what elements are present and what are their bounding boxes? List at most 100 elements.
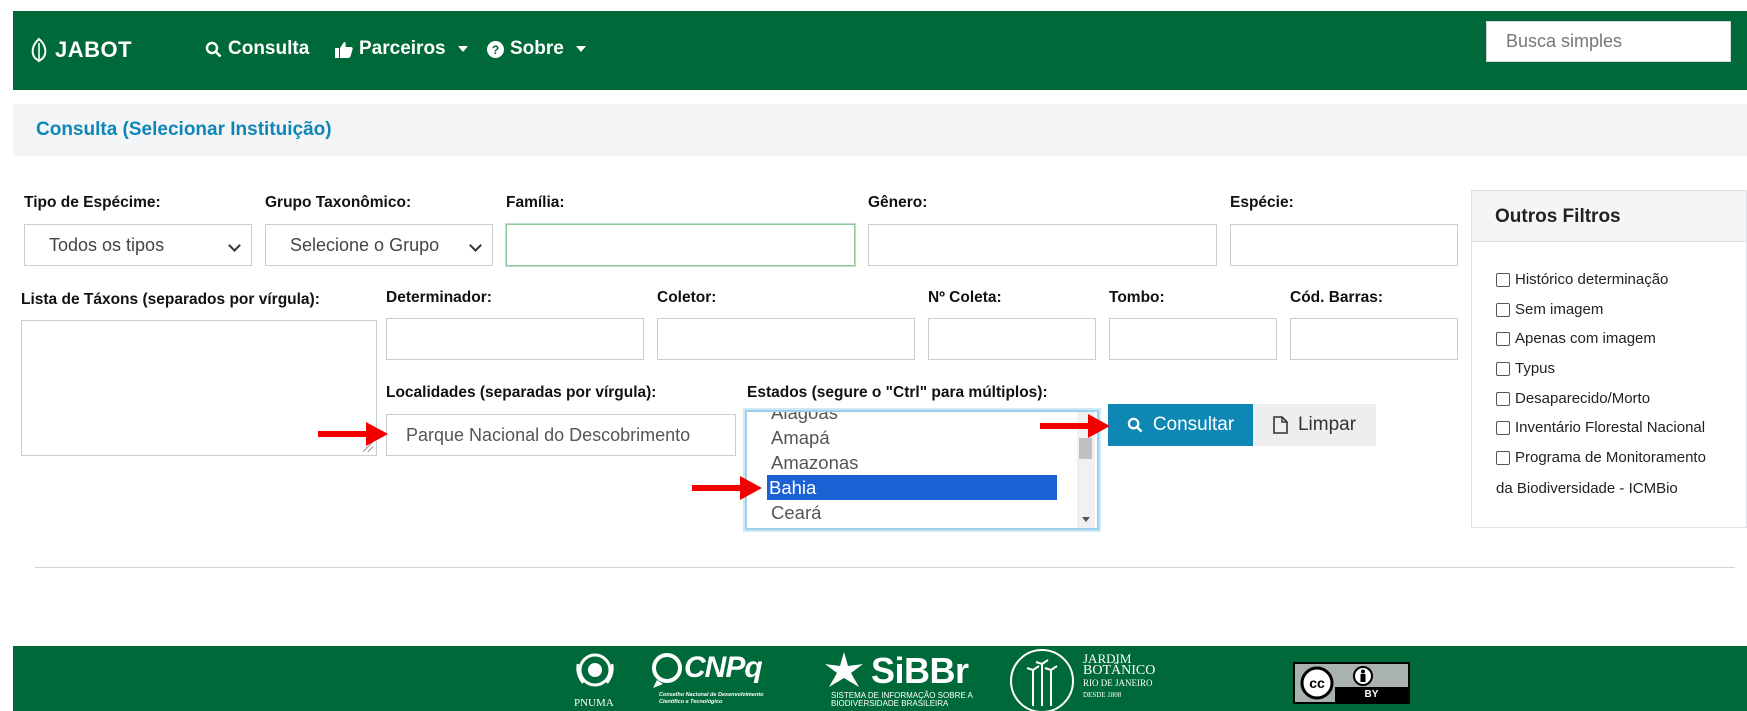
cnpq-text: CNPq <box>684 651 763 684</box>
brand[interactable]: JABOT <box>29 37 132 63</box>
sibbr-star-icon <box>825 652 863 687</box>
search-icon <box>1127 417 1143 433</box>
estado-option-selected[interactable]: Bahia <box>767 475 1057 500</box>
nav-parceiros-label: Parceiros <box>359 38 446 59</box>
chevron-down-icon <box>228 239 241 252</box>
jbrj-line: RIO DE JANEIRO <box>1083 678 1153 688</box>
familia-input[interactable] <box>506 224 855 266</box>
filtro-inventario-checkbox[interactable]: Inventário Florestal Nacional <box>1496 419 1705 436</box>
localidades-input[interactable]: Parque Nacional do Descobrimento <box>386 414 736 456</box>
cc-icon: cc <box>1300 666 1334 700</box>
lista-taxons-label: Lista de Táxons (separados por vírgula): <box>21 291 320 308</box>
breadcrumb: Consulta (Selecionar Instituição) <box>13 104 1747 156</box>
nav-consulta-label: Consulta <box>228 38 310 59</box>
determinador-input[interactable] <box>386 318 644 360</box>
filtro-label: Typus <box>1515 360 1556 377</box>
filtro-desaparecido-checkbox[interactable]: Desaparecido/Morto <box>1496 390 1650 407</box>
nav-sobre-label: Sobre <box>510 38 564 59</box>
grupo-taxonomico-select[interactable]: Selecione o Grupo <box>265 224 493 266</box>
search-icon <box>205 41 222 57</box>
consultar-button[interactable]: Consultar <box>1108 404 1253 446</box>
filtro-monitoramento-checkbox[interactable]: Programa de Monitoramento <box>1496 449 1706 466</box>
jbrj-logo[interactable]: JARDIM BOTÂNICO RIO DE JANEIRO DESDE 180… <box>1009 646 1179 711</box>
footer: PNUMA CNPq Conselho Nacional de Desenvol… <box>13 646 1747 711</box>
filtro-label: Sem imagem <box>1515 301 1604 318</box>
jbrj-line: BOTÂNICO <box>1083 663 1156 678</box>
nav-parceiros[interactable]: Parceiros <box>335 38 468 60</box>
tipo-especime-value: Todos os tipos <box>49 234 165 255</box>
filtro-label: Histórico determinação <box>1515 271 1669 288</box>
checkbox-icon[interactable] <box>1496 272 1510 287</box>
coletor-label: Coletor: <box>657 289 717 306</box>
tipo-especime-select[interactable]: Todos os tipos <box>24 224 252 266</box>
filtro-monitoramento-continuation: da Biodiversidade - ICMBio <box>1496 480 1678 497</box>
by-person-icon <box>1353 666 1373 686</box>
red-arrow-icon <box>692 476 762 500</box>
pnuma-text: PNUMA <box>574 697 614 709</box>
checkbox-icon[interactable] <box>1496 302 1510 317</box>
tombo-label: Tombo: <box>1109 289 1165 306</box>
chevron-down-icon <box>469 239 482 252</box>
genero-input[interactable] <box>868 224 1217 266</box>
svg-text:?: ? <box>492 43 499 57</box>
cnpq-emblem-icon <box>652 653 682 688</box>
pnuma-logo[interactable]: PNUMA <box>565 650 625 711</box>
cnpq-logo[interactable]: CNPq Conselho Nacional de Desenvolviment… <box>649 650 799 711</box>
tipo-especime-label: Tipo de Espécime: <box>24 194 161 211</box>
localidades-label: Localidades (separadas por vírgula): <box>386 384 657 401</box>
nav-sobre[interactable]: ? Sobre <box>487 38 586 60</box>
chevron-down-icon <box>457 46 468 52</box>
filtro-typus-checkbox[interactable]: Typus <box>1496 360 1555 377</box>
especie-input[interactable] <box>1230 224 1458 266</box>
filtro-apenas-imagem-checkbox[interactable]: Apenas com imagem <box>1496 330 1656 347</box>
estado-option[interactable]: Ceará <box>769 500 821 525</box>
n-coleta-input[interactable] <box>928 318 1096 360</box>
grupo-taxonomico-value: Selecione o Grupo <box>290 234 440 255</box>
checkbox-icon[interactable] <box>1496 450 1510 465</box>
listbox-scroll-thumb[interactable] <box>1079 438 1092 459</box>
limpar-label: Limpar <box>1297 414 1357 435</box>
jbrj-text: JARDIM BOTÂNICO RIO DE JANEIRO DESDE 180… <box>1083 652 1156 701</box>
sibbr-subtitle: SISTEMA DE INFORMAÇÃO SOBRE A BIODIVERSI… <box>831 691 973 708</box>
familia-label: Família: <box>506 194 565 211</box>
nav-consulta[interactable]: Consulta <box>205 38 309 60</box>
top-navbar: JABOT Consulta Parceiros ? Sobre <box>13 11 1747 90</box>
determinador-label: Determinador: <box>386 289 492 306</box>
tombo-input[interactable] <box>1109 318 1277 360</box>
filtro-label: Desaparecido/Morto <box>1515 390 1651 407</box>
sibbr-logo[interactable]: SiBBr SISTEMA DE INFORMAÇÃO SOBRE A BIOD… <box>819 650 989 711</box>
checkbox-icon[interactable] <box>1496 331 1510 346</box>
cod-barras-input[interactable] <box>1290 318 1458 360</box>
especie-label: Espécie: <box>1230 194 1294 211</box>
scroll-down-icon[interactable] <box>1082 517 1090 522</box>
simple-search-input[interactable] <box>1486 21 1731 62</box>
estado-option[interactable]: Alagoas <box>769 412 838 425</box>
checkbox-icon[interactable] <box>1496 420 1510 435</box>
coletor-input[interactable] <box>657 318 915 360</box>
file-icon <box>1273 416 1288 434</box>
localidades-value: Parque Nacional do Descobrimento <box>406 424 691 445</box>
palm-tree-emblem-icon <box>1010 649 1074 711</box>
creative-commons-badge[interactable]: cc BY <box>1293 662 1410 704</box>
limpar-button[interactable]: Limpar <box>1253 404 1376 446</box>
estado-option[interactable]: Amapá <box>769 425 830 450</box>
filtro-label: Apenas com imagem <box>1515 330 1656 347</box>
filtro-label: Inventário Florestal Nacional <box>1515 419 1706 436</box>
brand-name: JABOT <box>55 37 133 62</box>
consultar-label: Consultar <box>1152 414 1235 435</box>
jbrj-line: DESDE 1808 <box>1083 691 1122 699</box>
estado-option[interactable]: Amazonas <box>769 450 858 475</box>
un-emblem-icon <box>576 653 614 687</box>
checkbox-icon[interactable] <box>1496 391 1510 406</box>
outros-filtros-panel: Outros Filtros Histórico determinação Se… <box>1471 190 1747 528</box>
thumbs-up-icon <box>335 41 353 58</box>
sibbr-text: SiBBr <box>871 650 969 691</box>
red-arrow-icon <box>1040 414 1110 438</box>
cc-by-text: BY <box>1335 687 1408 702</box>
grupo-taxonomico-label: Grupo Taxonômico: <box>265 194 412 211</box>
leaf-icon <box>31 37 47 63</box>
filtro-historico-checkbox[interactable]: Histórico determinação <box>1496 271 1668 288</box>
checkbox-icon[interactable] <box>1496 361 1510 376</box>
filtro-sem-imagem-checkbox[interactable]: Sem imagem <box>1496 301 1603 318</box>
estados-label: Estados (segure o "Ctrl" para múltiplos)… <box>747 384 1048 401</box>
